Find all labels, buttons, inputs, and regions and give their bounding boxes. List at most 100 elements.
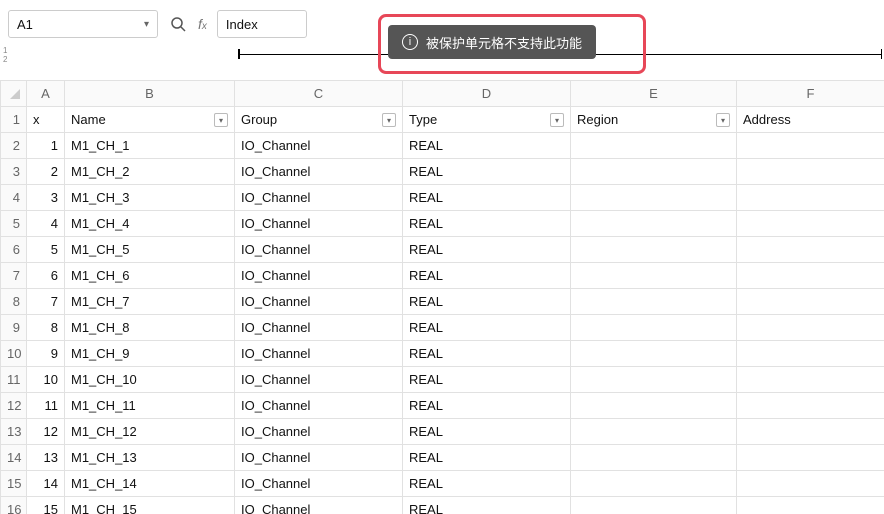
row-header[interactable]: 9 xyxy=(1,315,27,341)
row-header[interactable]: 3 xyxy=(1,159,27,185)
cell[interactable]: 5 xyxy=(27,237,65,263)
cell[interactable]: 13 xyxy=(27,445,65,471)
row-header[interactable]: 15 xyxy=(1,471,27,497)
cell[interactable] xyxy=(571,315,737,341)
table-row[interactable]: 43M1_CH_3IO_ChannelREAL xyxy=(1,185,884,211)
cell[interactable]: IO_Channel xyxy=(235,315,403,341)
cell[interactable]: IO_Channel xyxy=(235,367,403,393)
cell[interactable] xyxy=(737,211,884,237)
cell[interactable] xyxy=(571,133,737,159)
cell[interactable]: 12 xyxy=(27,419,65,445)
col-header-D[interactable]: D xyxy=(403,81,571,107)
cell[interactable] xyxy=(737,445,884,471)
table-row[interactable]: 21M1_CH_1IO_ChannelREAL xyxy=(1,133,884,159)
row-header[interactable]: 13 xyxy=(1,419,27,445)
table-row[interactable]: 87M1_CH_7IO_ChannelREAL xyxy=(1,289,884,315)
row-header[interactable]: 6 xyxy=(1,237,27,263)
cell[interactable]: M1_CH_14 xyxy=(65,471,235,497)
cell[interactable]: M1_CH_2 xyxy=(65,159,235,185)
cell[interactable] xyxy=(737,393,884,419)
cell[interactable]: IO_Channel xyxy=(235,185,403,211)
cell[interactable]: M1_CH_15 xyxy=(65,497,235,514)
cell[interactable]: M1_CH_13 xyxy=(65,445,235,471)
cell[interactable]: M1_CH_10 xyxy=(65,367,235,393)
cell[interactable]: IO_Channel xyxy=(235,133,403,159)
cell[interactable]: 14 xyxy=(27,471,65,497)
cell[interactable]: IO_Channel xyxy=(235,289,403,315)
formula-input[interactable]: Index xyxy=(217,10,307,38)
cell[interactable]: x xyxy=(27,107,65,133)
cell[interactable] xyxy=(571,393,737,419)
cell[interactable]: 6 xyxy=(27,263,65,289)
cell[interactable]: Type▾ xyxy=(403,107,571,133)
cell[interactable]: 8 xyxy=(27,315,65,341)
cell[interactable] xyxy=(571,419,737,445)
row-header[interactable]: 5 xyxy=(1,211,27,237)
table-row[interactable]: 1514M1_CH_14IO_ChannelREAL xyxy=(1,471,884,497)
cell[interactable]: M1_CH_3 xyxy=(65,185,235,211)
cell[interactable]: Region▾ xyxy=(571,107,737,133)
cell[interactable]: IO_Channel xyxy=(235,497,403,514)
row-header[interactable]: 7 xyxy=(1,263,27,289)
cell[interactable]: Name▾ xyxy=(65,107,235,133)
cell[interactable]: REAL xyxy=(403,263,571,289)
filter-dropdown-icon[interactable]: ▾ xyxy=(716,113,730,127)
cell[interactable]: REAL xyxy=(403,393,571,419)
col-header-C[interactable]: C xyxy=(235,81,403,107)
cell[interactable]: IO_Channel xyxy=(235,445,403,471)
row-header[interactable]: 2 xyxy=(1,133,27,159)
table-row[interactable]: 1615M1_CH_15IO_ChannelREAL xyxy=(1,497,884,514)
cell[interactable] xyxy=(571,237,737,263)
cell[interactable] xyxy=(571,445,737,471)
cell[interactable]: REAL xyxy=(403,471,571,497)
cell[interactable]: 3 xyxy=(27,185,65,211)
cell[interactable] xyxy=(571,263,737,289)
cell[interactable] xyxy=(737,315,884,341)
col-header-B[interactable]: B xyxy=(65,81,235,107)
cell[interactable]: Address xyxy=(737,107,884,133)
select-all-corner[interactable] xyxy=(1,81,27,107)
cell[interactable]: REAL xyxy=(403,185,571,211)
cell[interactable] xyxy=(571,185,737,211)
cell[interactable]: IO_Channel xyxy=(235,211,403,237)
col-header-F[interactable]: F xyxy=(737,81,884,107)
cell[interactable] xyxy=(737,497,884,514)
cell[interactable] xyxy=(737,237,884,263)
table-row[interactable]: 1413M1_CH_13IO_ChannelREAL xyxy=(1,445,884,471)
cell[interactable] xyxy=(571,341,737,367)
table-row[interactable]: 98M1_CH_8IO_ChannelREAL xyxy=(1,315,884,341)
cell[interactable]: REAL xyxy=(403,133,571,159)
cell[interactable]: M1_CH_11 xyxy=(65,393,235,419)
row-header[interactable]: 1 xyxy=(1,107,27,133)
cell[interactable]: M1_CH_6 xyxy=(65,263,235,289)
cell[interactable]: 15 xyxy=(27,497,65,514)
cell[interactable]: M1_CH_8 xyxy=(65,315,235,341)
name-box[interactable]: A1 ▾ xyxy=(8,10,158,38)
cell[interactable] xyxy=(737,133,884,159)
row-header[interactable]: 11 xyxy=(1,367,27,393)
col-header-A[interactable]: A xyxy=(27,81,65,107)
table-row[interactable]: 1312M1_CH_12IO_ChannelREAL xyxy=(1,419,884,445)
cell[interactable]: REAL xyxy=(403,237,571,263)
table-row[interactable]: 65M1_CH_5IO_ChannelREAL xyxy=(1,237,884,263)
cell[interactable]: M1_CH_4 xyxy=(65,211,235,237)
cell[interactable]: 4 xyxy=(27,211,65,237)
cell[interactable] xyxy=(571,367,737,393)
row-header[interactable]: 16 xyxy=(1,497,27,514)
cell[interactable]: IO_Channel xyxy=(235,471,403,497)
cell[interactable]: IO_Channel xyxy=(235,341,403,367)
cell[interactable] xyxy=(571,497,737,514)
cell[interactable] xyxy=(571,159,737,185)
cell[interactable] xyxy=(737,367,884,393)
table-row[interactable]: 76M1_CH_6IO_ChannelREAL xyxy=(1,263,884,289)
cell[interactable]: IO_Channel xyxy=(235,263,403,289)
cell[interactable]: REAL xyxy=(403,289,571,315)
row-header[interactable]: 10 xyxy=(1,341,27,367)
cell[interactable]: 2 xyxy=(27,159,65,185)
row-header[interactable]: 12 xyxy=(1,393,27,419)
search-icon[interactable] xyxy=(168,14,188,34)
row-header[interactable]: 14 xyxy=(1,445,27,471)
table-row[interactable]: 1xName▾Group▾Type▾Region▾Address xyxy=(1,107,884,133)
cell[interactable] xyxy=(737,341,884,367)
row-header[interactable]: 4 xyxy=(1,185,27,211)
